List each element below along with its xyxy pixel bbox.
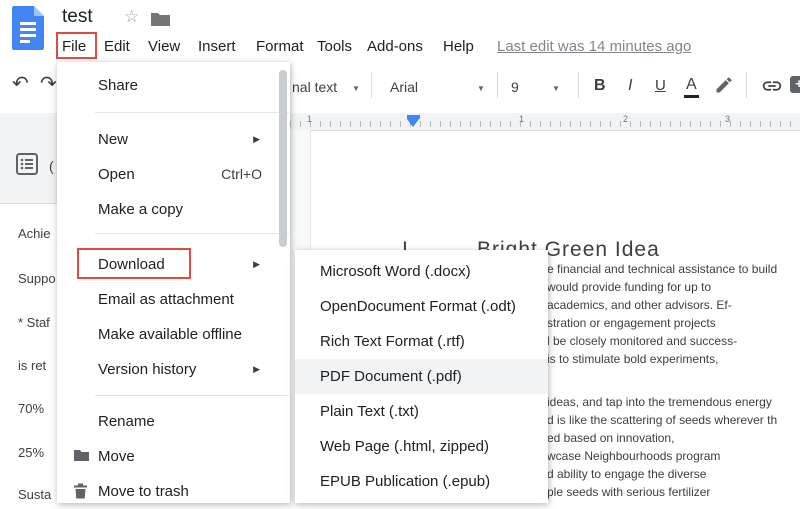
ruler-number: 2: [623, 114, 628, 124]
menu-item-move-to-trash[interactable]: Move to trash: [57, 474, 290, 509]
doc-text-fragment: * Staf: [18, 315, 50, 330]
menu-insert[interactable]: Insert: [198, 38, 236, 55]
font-family-select[interactable]: Arial: [390, 79, 418, 95]
document-outline-icon[interactable]: [15, 152, 39, 176]
last-edit-link[interactable]: Last edit was 14 minutes ago: [497, 38, 691, 55]
menu-item-rename[interactable]: Rename: [57, 404, 290, 439]
toolbar-separator: [578, 72, 579, 98]
folder-icon: [73, 448, 90, 462]
toolbar-separator: [497, 72, 498, 98]
page-top-edge: [310, 130, 800, 131]
submenu-arrow-icon: ▶: [253, 352, 260, 387]
menu-item-new[interactable]: New▶: [57, 122, 290, 157]
chevron-down-icon[interactable]: ▼: [352, 84, 360, 93]
indent-marker-triangle[interactable]: [407, 119, 419, 127]
menu-scrollbar[interactable]: [279, 70, 287, 247]
file-menu: Share New▶ OpenCtrl+O Make a copy Downlo…: [57, 62, 290, 503]
doc-text-line: stration or engagement projects: [547, 316, 716, 330]
download-annotation-box: [77, 248, 191, 279]
menu-edit[interactable]: Edit: [104, 38, 130, 55]
menu-help[interactable]: Help: [443, 38, 474, 55]
menu-item-email-as-attachment[interactable]: Email as attachment: [57, 282, 290, 317]
menu-divider: [95, 112, 289, 113]
ruler-ticks: [290, 121, 800, 127]
google-docs-app: { "header": { "doc_title": "test", "menu…: [0, 0, 800, 503]
doc-text-line: is to stimulate bold experiments,: [547, 352, 718, 366]
ruler-number: 1: [307, 114, 312, 124]
doc-text-line: would provide funding for up to: [547, 280, 711, 294]
submenu-item-rtf[interactable]: Rich Text Format (.rtf): [295, 324, 548, 359]
menu-item-open[interactable]: OpenCtrl+O: [57, 157, 290, 192]
menu-item-make-available-offline[interactable]: Make available offline: [57, 317, 290, 352]
canvas-background: [290, 130, 310, 255]
document-title[interactable]: test: [62, 6, 93, 28]
clipped-text-fragment: (: [49, 158, 54, 174]
file-annotation-box: [56, 32, 97, 59]
doc-text-fragment: 25%: [18, 445, 44, 460]
submenu-arrow-icon: ▶: [253, 122, 260, 157]
bold-button[interactable]: B: [594, 77, 606, 95]
trash-icon: [73, 483, 88, 499]
chevron-down-icon[interactable]: ▼: [477, 84, 485, 93]
doc-text-line: d is like the scattering of seeds wherev…: [547, 413, 777, 427]
doc-text-fragment: Achie: [18, 226, 51, 241]
doc-text-line: d ability to engage the diverse: [547, 467, 706, 481]
doc-text-fragment: is ret: [18, 358, 46, 373]
doc-text-line: ple seeds with serious fertilizer: [547, 485, 710, 499]
insert-link-icon[interactable]: [761, 75, 783, 97]
ruler-number: 3: [725, 114, 730, 124]
doc-text-line: ideas, and tap into the tremendous energ…: [547, 395, 772, 409]
undo-icon[interactable]: ↶: [12, 71, 29, 96]
menu-addons[interactable]: Add-ons: [367, 38, 423, 55]
highlight-color-icon[interactable]: [714, 75, 734, 95]
doc-text-fragment: 70%: [18, 401, 44, 416]
doc-text-line: l be closely monitored and success-: [547, 334, 737, 348]
google-docs-logo[interactable]: [12, 6, 44, 50]
submenu-item-docx[interactable]: Microsoft Word (.docx): [295, 254, 548, 289]
font-size-select[interactable]: 9: [511, 79, 519, 95]
menu-divider: [95, 395, 289, 396]
menu-format[interactable]: Format: [256, 38, 304, 55]
paragraph-style-select[interactable]: nal text: [292, 79, 337, 95]
download-submenu: Microsoft Word (.docx) OpenDocument Form…: [295, 250, 548, 503]
menu-item-share[interactable]: Share: [57, 68, 290, 103]
menu-tools[interactable]: Tools: [317, 38, 352, 55]
italic-button[interactable]: I: [628, 77, 632, 95]
chevron-down-icon[interactable]: ▼: [552, 84, 560, 93]
doc-text-fragment: Suppo: [18, 271, 56, 286]
submenu-item-epub[interactable]: EPUB Publication (.epub): [295, 464, 548, 499]
doc-text-fragment: Susta: [18, 487, 51, 502]
doc-text-line: ed based on innovation,: [547, 431, 674, 445]
doc-text-line: academics, and other advisors. Ef-: [547, 298, 732, 312]
add-comment-icon[interactable]: +: [790, 76, 800, 93]
submenu-item-txt[interactable]: Plain Text (.txt): [295, 394, 548, 429]
underline-button[interactable]: U: [655, 77, 666, 94]
toolbar-separator: [746, 72, 747, 98]
doc-text-line: wcase Neighbourhoods program: [547, 449, 720, 463]
submenu-item-pdf[interactable]: PDF Document (.pdf): [295, 359, 548, 394]
submenu-item-odt[interactable]: OpenDocument Format (.odt): [295, 289, 548, 324]
submenu-arrow-icon: ▶: [253, 247, 260, 282]
redo-icon[interactable]: ↷: [40, 71, 57, 96]
page-left-edge: [310, 131, 311, 250]
menu-item-version-history[interactable]: Version history▶: [57, 352, 290, 387]
shortcut-label: Ctrl+O: [221, 157, 262, 192]
menu-divider: [95, 233, 289, 234]
ruler-number: 1: [519, 114, 524, 124]
menu-item-make-a-copy[interactable]: Make a copy: [57, 192, 290, 227]
submenu-item-html[interactable]: Web Page (.html, zipped): [295, 429, 548, 464]
move-folder-icon[interactable]: [150, 10, 171, 27]
menu-view[interactable]: View: [148, 38, 180, 55]
toolbar-separator: [371, 72, 372, 98]
text-color-button[interactable]: A: [684, 76, 699, 98]
star-icon[interactable]: ☆: [124, 7, 139, 27]
menu-item-move[interactable]: Move: [57, 439, 290, 474]
doc-text-line: e financial and technical assistance to …: [547, 262, 777, 276]
